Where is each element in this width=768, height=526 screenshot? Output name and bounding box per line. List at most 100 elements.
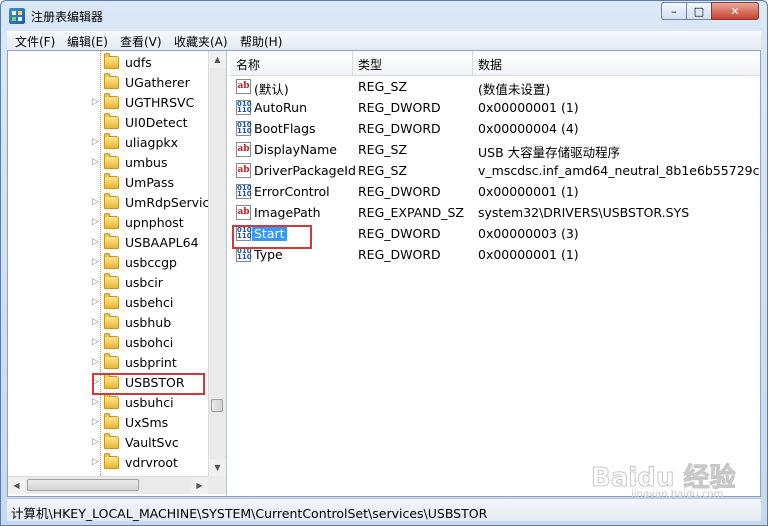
value-name: ErrorControl xyxy=(254,184,330,199)
folder-icon xyxy=(104,133,119,149)
tree-item-uxsms[interactable]: ▷ UxSms xyxy=(8,413,208,433)
value-data: USB 大容量存储驱动程序 xyxy=(478,145,621,160)
value-row-driverpackageid[interactable]: ab DriverPackageId REG_SZ v_mscdsc.inf_amd6… xyxy=(230,160,760,181)
scroll-right-icon[interactable]: ▶ xyxy=(191,477,208,494)
expand-arrow-icon[interactable]: ▷ xyxy=(92,417,100,427)
expand-arrow-icon xyxy=(92,77,100,87)
folder-icon xyxy=(104,73,119,89)
registry-editor-window: 注册表编辑器 – □ ✕ 文件(F) 编辑(E) 查看(V) 收藏夹(A) 帮助… xyxy=(0,0,768,526)
tree-item-usbccgp[interactable]: ▷ usbccgp xyxy=(8,253,208,273)
expand-arrow-icon[interactable]: ▷ xyxy=(92,397,100,407)
value-name: DriverPackageId xyxy=(254,163,356,178)
column-divider[interactable] xyxy=(352,51,353,75)
tree-item-umpass[interactable]: UmPass xyxy=(8,173,208,193)
value-row-displayname[interactable]: ab DisplayName REG_SZ USB 大容量存储驱动程序 xyxy=(230,139,760,160)
menu-file[interactable]: 文件(F) xyxy=(15,33,55,50)
binary-value-icon: 010 110 xyxy=(236,121,252,136)
values-pane[interactable]: 名称 类型 数据 ab (默认) REG_SZ (数值未设置) 010 110 AutoRu… xyxy=(230,51,760,496)
menu-edit[interactable]: 编辑(E) xyxy=(67,33,108,50)
tree-item-ui0detect[interactable]: UI0Detect xyxy=(8,113,208,133)
value-type: REG_DWORD xyxy=(358,184,441,199)
expand-arrow-icon[interactable]: ▷ xyxy=(92,337,100,347)
tree-item-ugatherer[interactable]: UGatherer xyxy=(8,73,208,93)
value-row-imagepath[interactable]: ab ImagePath REG_EXPAND_SZ system32\DRIVERS… xyxy=(230,202,760,223)
tree-item-label: usbuhci xyxy=(125,395,174,410)
key-path: 计算机\HKEY_LOCAL_MACHINE\SYSTEM\CurrentCon… xyxy=(11,506,488,521)
expand-arrow-icon[interactable]: ▷ xyxy=(92,277,100,287)
expand-arrow-icon[interactable]: ▷ xyxy=(92,137,100,147)
tree-item-usbuhci[interactable]: ▷ usbuhci xyxy=(8,393,208,413)
window-title: 注册表编辑器 xyxy=(31,10,104,24)
expand-arrow-icon[interactable]: ▷ xyxy=(92,437,100,447)
tree-item-umrdpservice[interactable]: ▷ UmRdpService xyxy=(8,193,217,213)
value-name-text: Type xyxy=(254,247,283,262)
scroll-thumb[interactable] xyxy=(211,399,223,412)
value-type: REG_SZ xyxy=(358,163,408,178)
expand-arrow-icon[interactable]: ▷ xyxy=(92,157,100,167)
scroll-down-icon[interactable]: ▼ xyxy=(209,459,226,476)
folder-icon xyxy=(104,153,119,169)
value-type: REG_DWORD xyxy=(358,247,441,262)
expand-arrow-icon xyxy=(92,57,100,67)
tree-item-usbaapl64[interactable]: ▷ USBAAPL64 xyxy=(8,233,208,253)
scroll-up-icon[interactable]: ▲ xyxy=(209,51,226,68)
hscroll-thumb[interactable] xyxy=(27,479,139,491)
tree-item-label: usbccgp xyxy=(125,255,177,270)
scroll-left-icon[interactable]: ◀ xyxy=(8,477,25,494)
expand-arrow-icon[interactable]: ▷ xyxy=(92,457,100,467)
tree-horizontal-scrollbar[interactable]: ◀ ▶ xyxy=(8,476,208,494)
folder-icon xyxy=(104,173,119,189)
expand-arrow-icon[interactable]: ▷ xyxy=(92,217,100,227)
menu-view[interactable]: 查看(V) xyxy=(120,33,162,50)
value-name: Type xyxy=(254,247,283,262)
tree-item-usbcir[interactable]: ▷ usbcir xyxy=(8,273,208,293)
value-row-autorun[interactable]: 010 110 AutoRun REG_DWORD 0x00000001 (1) xyxy=(230,97,760,118)
expand-arrow-icon[interactable]: ▷ xyxy=(92,97,100,107)
binary-value-icon: 010 110 xyxy=(236,247,252,262)
tree-item-umbus[interactable]: ▷ umbus xyxy=(8,153,208,173)
tree-item-label: usbhub xyxy=(125,315,172,330)
value-data: 0x00000001 (1) xyxy=(478,247,579,262)
expand-arrow-icon[interactable]: ▷ xyxy=(92,197,100,207)
column-type-header[interactable]: 类型 xyxy=(358,56,382,73)
tree-item-usbehci[interactable]: ▷ usbehci xyxy=(8,293,208,313)
expand-arrow-icon[interactable]: ▷ xyxy=(92,317,100,327)
column-name-header[interactable]: 名称 xyxy=(236,56,260,73)
close-button[interactable]: ✕ xyxy=(711,2,759,20)
folder-icon xyxy=(104,453,119,469)
tree-item-usbohci[interactable]: ▷ usbohci xyxy=(8,333,208,353)
expand-arrow-icon[interactable]: ▷ xyxy=(92,237,100,247)
tree-item-vaultsvc[interactable]: ▷ VaultSvc xyxy=(8,433,208,453)
tree-item-udfs[interactable]: udfs xyxy=(8,53,208,73)
minimize-button[interactable]: – xyxy=(661,2,687,20)
menu-favorites[interactable]: 收藏夹(A) xyxy=(174,33,228,50)
tree-item-usbhub[interactable]: ▷ usbhub xyxy=(8,313,208,333)
expand-arrow-icon[interactable]: ▷ xyxy=(92,257,100,267)
value-data: 0x00000001 (1) xyxy=(478,100,579,115)
tree-item-ugthrsvc[interactable]: ▷ UGTHRSVC xyxy=(8,93,208,113)
expand-arrow-icon[interactable]: ▷ xyxy=(92,357,100,367)
column-data-header[interactable]: 数据 xyxy=(478,56,502,73)
value-row-bootflags[interactable]: 010 110 BootFlags REG_DWORD 0x00000004 (4) xyxy=(230,118,760,139)
expand-arrow-icon[interactable]: ▷ xyxy=(92,297,100,307)
column-divider[interactable] xyxy=(472,51,473,75)
key-tree-pane[interactable]: udfs UGatherer ▷ UGTHRSVC UI0Detect ▷ uliagpkx… xyxy=(8,51,227,496)
tree-item-label: VaultSvc xyxy=(125,435,179,450)
maximize-button[interactable]: □ xyxy=(686,2,712,20)
expand-arrow-icon xyxy=(92,177,100,187)
tree-item-upnphost[interactable]: ▷ upnphost xyxy=(8,213,208,233)
value-data: 0x00000004 (4) xyxy=(478,121,579,136)
value-type: REG_DWORD xyxy=(358,226,441,241)
menu-help[interactable]: 帮助(H) xyxy=(240,33,282,50)
string-value-icon: ab xyxy=(236,142,251,157)
tree-item-label: UmPass xyxy=(125,175,174,190)
tree-vertical-scrollbar[interactable]: ▲ ▼ xyxy=(208,51,226,476)
tree-item-usbprint[interactable]: ▷ usbprint xyxy=(8,353,208,373)
value-data: 0x00000003 (3) xyxy=(478,226,579,241)
baidu-watermark: Baidu 经验 jingyan.baidu.com xyxy=(590,457,735,501)
tree-item-vdrvroot[interactable]: ▷ vdrvroot xyxy=(8,453,208,473)
value-row-default[interactable]: ab (默认) REG_SZ (数值未设置) xyxy=(230,76,760,97)
value-data: system32\DRIVERS\USBSTOR.SYS xyxy=(478,205,690,220)
value-row-errorcontrol[interactable]: 010 110 ErrorControl REG_DWORD 0x00000001 (1… xyxy=(230,181,760,202)
tree-item-uliagpkx[interactable]: ▷ uliagpkx xyxy=(8,133,208,153)
